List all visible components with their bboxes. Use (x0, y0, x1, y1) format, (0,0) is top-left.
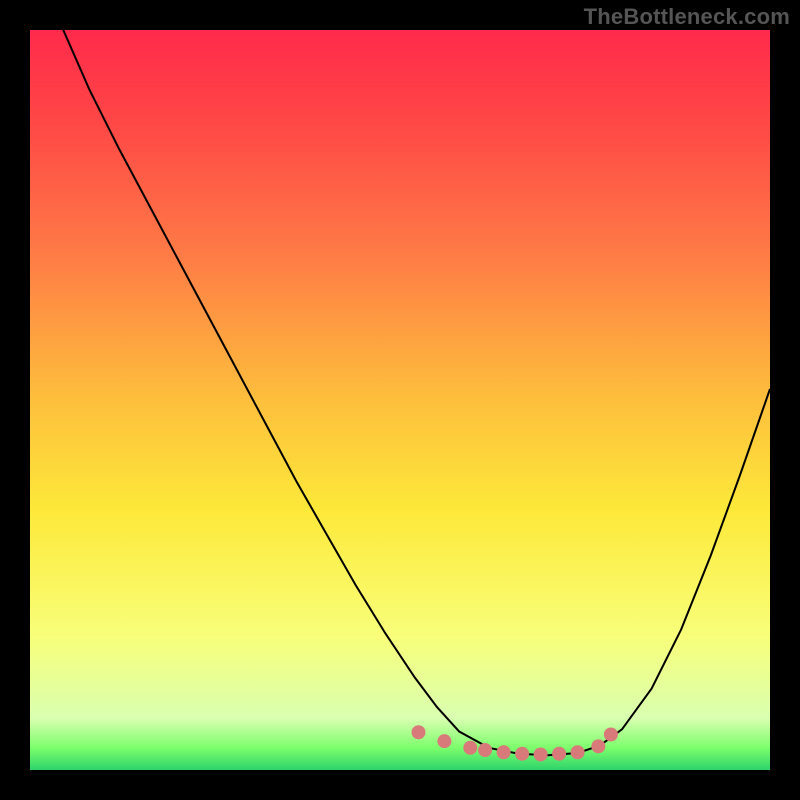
plateau-marker (463, 741, 477, 755)
attribution-label: TheBottleneck.com (584, 4, 790, 30)
plateau-marker (515, 747, 529, 761)
plateau-marker (412, 725, 426, 739)
plateau-marker (534, 747, 548, 761)
plateau-marker (571, 745, 585, 759)
plot-svg (30, 30, 770, 770)
plateau-marker (591, 739, 605, 753)
plateau-marker (604, 727, 618, 741)
plot-frame (30, 30, 770, 770)
plateau-marker (497, 745, 511, 759)
plateau-marker (478, 743, 492, 757)
plateau-marker (437, 734, 451, 748)
gradient-background (30, 30, 770, 770)
plateau-marker (552, 747, 566, 761)
chart-container: TheBottleneck.com (0, 0, 800, 800)
